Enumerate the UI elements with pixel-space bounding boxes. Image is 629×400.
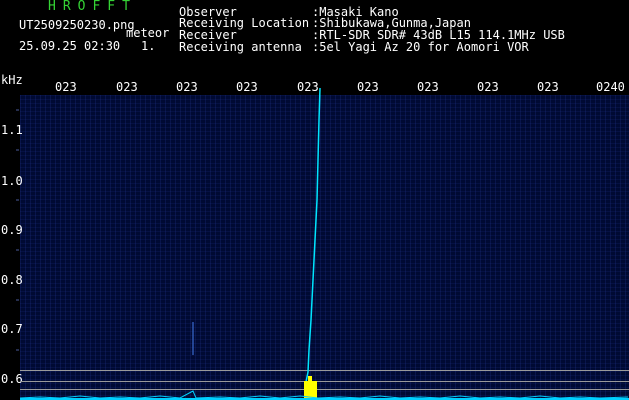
- signal-burst-peak: [308, 376, 312, 382]
- hrofft-spectrogram-window: HROFFT UT2509250230.png meteor 25.09.25 …: [0, 0, 629, 400]
- y-axis-minor-ticks: [16, 109, 19, 351]
- spectrogram-overlay: [16, 87, 629, 400]
- meteor-trace: [305, 87, 321, 383]
- noise-floor: [19, 390, 629, 399]
